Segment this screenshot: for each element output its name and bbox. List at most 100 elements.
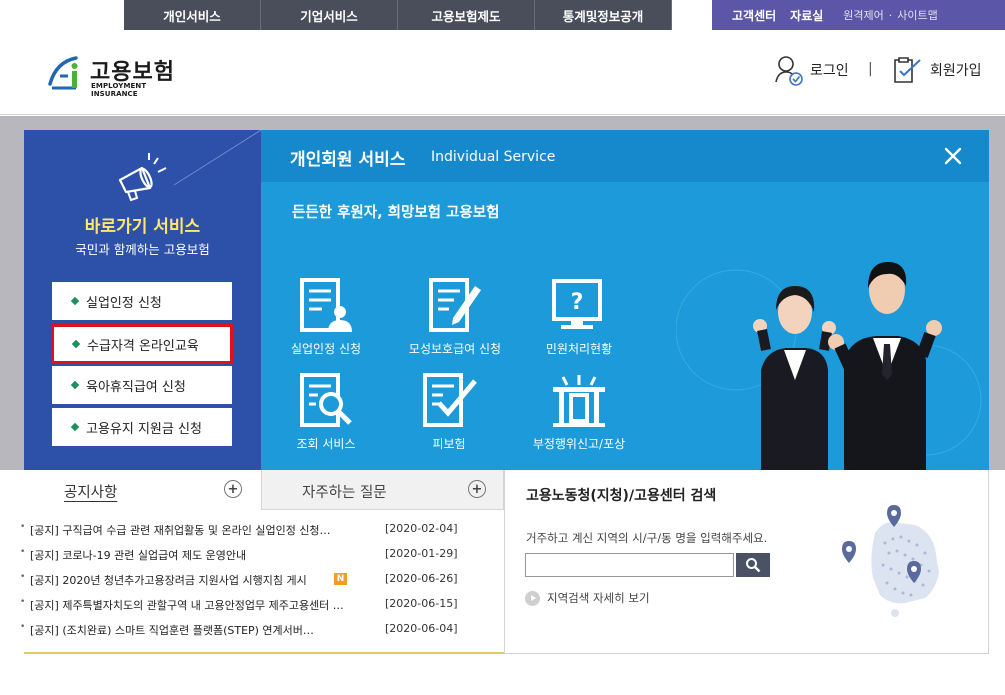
- quick-item-label: 실업인정 신청: [86, 295, 162, 311]
- service-fraud-report[interactable]: 부정행위신고/포상: [519, 373, 639, 461]
- service-title-en: Individual Service: [431, 149, 556, 165]
- quick-service-title: 바로가기 서비스: [84, 217, 201, 237]
- quick-unemployment-claim[interactable]: 실업인정 신청: [52, 282, 232, 320]
- quick-service-subtitle: 국민과 함께하는 고용보험: [75, 242, 210, 257]
- service-item-label: 피보험: [432, 437, 466, 451]
- service-title: 개인회원 서비스: [290, 150, 406, 170]
- faq-more-plus-icon[interactable]: +: [468, 480, 486, 498]
- join-link[interactable]: 회원가입: [890, 52, 982, 88]
- top-navigation: 개인서비스 기업서비스 고용보험제도 통계및정보공개 고객센터 자료실 원격제어…: [0, 0, 1005, 30]
- login-link[interactable]: 로그인: [774, 52, 849, 88]
- notice-row[interactable]: • [공지] (조치완료) 스마트 직업훈련 플랫폼(STEP) 연계서버… […: [20, 622, 460, 640]
- tab-notice-label: 공지사항: [64, 485, 118, 501]
- diamond-bullet-icon: [70, 296, 80, 306]
- notice-date: [2020-02-04]: [385, 522, 458, 535]
- region-search-button[interactable]: [736, 553, 770, 577]
- nav-statistics[interactable]: 통계및정보공개: [535, 0, 672, 30]
- tab-faq-label: 자주하는 질문: [302, 485, 387, 501]
- bullet-icon: •: [20, 597, 26, 607]
- diamond-bullet-icon: [70, 380, 80, 390]
- quick-online-education[interactable]: 수급자격 온라인교육: [51, 324, 233, 364]
- service-maternity-benefit[interactable]: 모성보호급여 신청: [395, 278, 515, 366]
- customer-center-link[interactable]: 고객센터: [732, 7, 776, 24]
- quick-item-label: 수급자격 온라인교육: [87, 338, 199, 354]
- bullet-icon: •: [20, 547, 26, 557]
- notice-date: [2020-06-04]: [385, 622, 458, 635]
- service-unemployment-claim[interactable]: 실업인정 신청: [266, 278, 386, 366]
- quick-parental-leave[interactable]: 육아휴직급여 신청: [52, 366, 232, 404]
- nav-business-service[interactable]: 기업서비스: [261, 0, 398, 30]
- header-separator: |: [868, 61, 873, 77]
- notice-title: [공지] (조치완료) 스마트 직업훈련 플랫폼(STEP) 연계서버…: [30, 624, 314, 637]
- service-header: 개인회원 서비스 Individual Service: [261, 130, 989, 182]
- new-badge-icon: N: [334, 573, 347, 585]
- document-pen-icon: [429, 278, 481, 332]
- svg-text:?: ?: [571, 290, 584, 315]
- notice-row[interactable]: • [공지] 코로나-19 관련 실업급여 제도 운영안내 [2020-01-2…: [20, 547, 460, 565]
- center-search-title: 고용노동청(지청)/고용센터 검색: [526, 488, 717, 504]
- login-label: 로그인: [810, 63, 849, 79]
- nav-insurance-system[interactable]: 고용보험제도: [398, 0, 535, 30]
- service-complaint-status[interactable]: ? 민원처리현황: [519, 278, 639, 366]
- main-menu: 개인서비스 기업서비스 고용보험제도 통계및정보공개: [124, 0, 672, 30]
- document-check-icon: [423, 373, 477, 427]
- service-inquiry[interactable]: 조회 서비스: [266, 373, 386, 461]
- util-separator: ·: [888, 8, 893, 22]
- service-item-label: 부정행위신고/포상: [532, 437, 626, 451]
- close-icon[interactable]: [941, 144, 965, 168]
- notice-date: [2020-06-26]: [385, 572, 458, 585]
- monitor-question-icon: ?: [552, 279, 602, 329]
- utility-menu: 고객센터 자료실 원격제어 · 사이트맵: [712, 0, 1005, 30]
- notice-row[interactable]: • [공지] 2020년 청년추가고용장려금 지원사업 시행지침 게시 N [2…: [20, 572, 460, 590]
- service-insured[interactable]: 피보험: [389, 373, 509, 461]
- diamond-bullet-icon: [70, 422, 80, 432]
- bullet-icon: •: [20, 622, 26, 632]
- logo[interactable]: 고용보험 EMPLOYMENT INSURANCE: [46, 52, 186, 98]
- join-label: 회원가입: [930, 63, 982, 79]
- megaphone-icon: [118, 153, 167, 202]
- document-person-icon: [300, 278, 352, 332]
- tab-faq[interactable]: 자주하는 질문 +: [261, 470, 504, 510]
- quick-item-label: 육아휴직급여 신청: [86, 379, 186, 395]
- join-clipboard-icon: [894, 57, 921, 83]
- region-search-input[interactable]: [525, 553, 734, 577]
- report-award-icon: [553, 375, 605, 427]
- service-item-label: 조회 서비스: [296, 437, 356, 451]
- region-search-detail-link[interactable]: 지역검색 자세히 보기: [525, 589, 650, 607]
- center-search-description: 거주하고 계신 지역의 시/구/동 명을 입력해주세요.: [526, 531, 768, 545]
- notice-row[interactable]: • [공지] 구직급여 수급 관련 재취업활동 및 온라인 실업인정 신청… […: [20, 522, 460, 540]
- nav-personal-service[interactable]: 개인서비스: [124, 0, 261, 30]
- quick-employment-retention[interactable]: 고용유지 지원금 신청: [52, 408, 232, 446]
- notice-date: [2020-06-15]: [385, 597, 458, 610]
- remote-control-link[interactable]: 원격제어: [843, 7, 883, 23]
- notice-title: [공지] 코로나-19 관련 실업급여 제도 운영안내: [30, 549, 247, 562]
- diamond-bullet-icon: [71, 339, 81, 349]
- logo-text-en: EMPLOYMENT INSURANCE: [91, 82, 147, 98]
- region-search-detail-label: 지역검색 자세히 보기: [547, 591, 650, 605]
- document-search-icon: [300, 373, 352, 427]
- service-slogan: 든든한 후원자, 희망보험 고용보험: [292, 205, 500, 221]
- service-item-label: 민원처리현황: [545, 342, 613, 356]
- quick-item-label: 고용유지 지원금 신청: [86, 421, 202, 437]
- individual-service-panel: 개인회원 서비스 Individual Service 든든한 후원자, 희망보…: [261, 130, 989, 470]
- center-search-panel: 고용노동청(지청)/고용센터 검색 거주하고 계신 지역의 시/구/동 명을 입…: [504, 470, 989, 654]
- bullet-icon: •: [20, 572, 26, 582]
- korea-map-illustration: [842, 505, 939, 617]
- bullet-icon: •: [20, 522, 26, 532]
- sitemap-link[interactable]: 사이트맵: [897, 7, 937, 23]
- tab-notice[interactable]: 공지사항 +: [24, 470, 261, 510]
- service-item-label: 실업인정 신청: [290, 342, 362, 356]
- login-user-icon: [775, 56, 803, 86]
- notice-row[interactable]: • [공지] 제주특별자치도의 관할구역 내 고용안정업무 제주고용센터 … […: [20, 597, 460, 615]
- resources-link[interactable]: 자료실: [790, 7, 823, 24]
- service-people-illustration: [676, 262, 982, 470]
- notice-more-plus-icon[interactable]: +: [224, 480, 242, 498]
- notice-date: [2020-01-29]: [385, 547, 458, 560]
- play-arrow-icon: [525, 590, 540, 606]
- notice-title: [공지] 2020년 청년추가고용장려금 지원사업 시행지침 게시: [30, 574, 307, 587]
- service-item-label: 모성보호급여 신청: [408, 342, 502, 356]
- site-header: 고용보험 EMPLOYMENT INSURANCE 로그인 | 회원가입: [0, 30, 1005, 115]
- notice-title: [공지] 구직급여 수급 관련 재취업활동 및 온라인 실업인정 신청…: [30, 524, 331, 537]
- notice-title: [공지] 제주특별자치도의 관할구역 내 고용안정업무 제주고용센터 …: [30, 599, 344, 612]
- logo-mark-icon: [48, 56, 78, 90]
